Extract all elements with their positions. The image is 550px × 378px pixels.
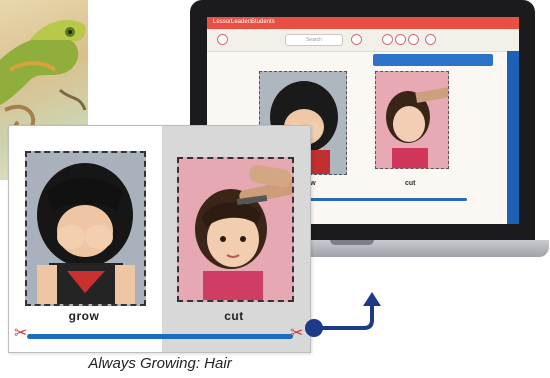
screen-topbar-item[interactable]: Lesson bbox=[213, 19, 232, 25]
girl-haircut-photo bbox=[179, 159, 292, 300]
screen-toolbar-button[interactable] bbox=[395, 34, 406, 45]
screen-word-cut: cut bbox=[405, 180, 416, 187]
screen-topbar-item[interactable]: Leaders bbox=[231, 19, 253, 25]
screen-toolbar: Search bbox=[207, 29, 519, 52]
photo-card-cut bbox=[177, 157, 294, 302]
screen-back-button[interactable] bbox=[217, 34, 228, 45]
screen-toolbar-button[interactable] bbox=[408, 34, 419, 45]
laptop-notch bbox=[330, 240, 374, 245]
screen-search-input[interactable]: Search bbox=[285, 34, 343, 46]
screen-cut-line bbox=[297, 198, 467, 201]
screen-tool-strip[interactable] bbox=[373, 54, 493, 66]
girl-covering-eyes-photo bbox=[27, 153, 144, 304]
screen-side-panel[interactable] bbox=[507, 51, 519, 224]
word-label-grow: grow bbox=[68, 309, 100, 323]
photo-card-grow bbox=[25, 151, 146, 306]
screen-toolbar-button[interactable] bbox=[351, 34, 362, 45]
girl-haircut-photo bbox=[386, 87, 448, 168]
screen-toolbar-button[interactable] bbox=[382, 34, 393, 45]
word-label-cut: cut bbox=[224, 309, 244, 323]
printed-worksheet: grow cut ✂ ✂ bbox=[8, 125, 311, 353]
screen-photo-cut bbox=[375, 71, 449, 169]
screen-toolbar-button[interactable] bbox=[425, 34, 436, 45]
connector-arrow-icon bbox=[305, 292, 381, 337]
laptop-camera bbox=[358, 6, 366, 37]
screen-topbar: Lesson Leaders Students bbox=[207, 17, 519, 29]
scissors-icon: ✂ bbox=[14, 325, 28, 342]
screen-topbar-item[interactable]: Students bbox=[251, 19, 275, 25]
image-caption: Always Growing: Hair bbox=[88, 355, 232, 372]
cut-line bbox=[27, 334, 293, 339]
